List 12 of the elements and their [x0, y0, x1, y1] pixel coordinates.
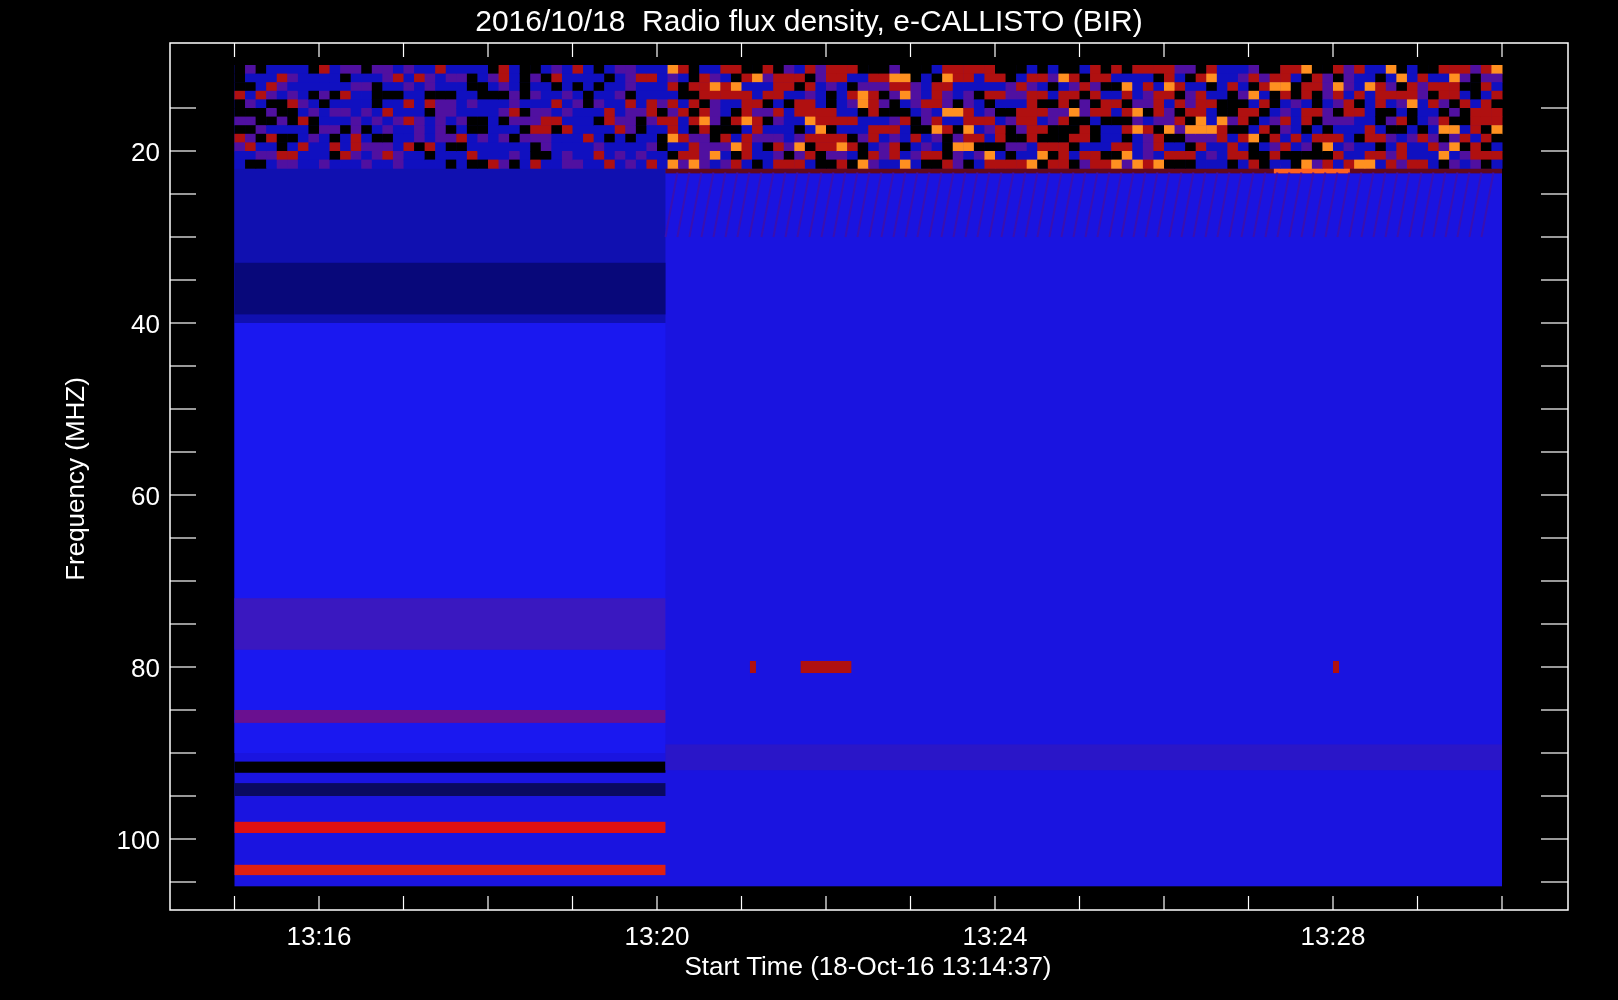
chart-title: 2016/10/18 Radio flux density, e-CALLISTO (BIR) — [475, 4, 1143, 37]
axis-label: Frequency (MHZ) — [60, 377, 90, 581]
tick-label: 40 — [131, 309, 160, 339]
tick-label: 80 — [131, 653, 160, 683]
tick-label: 60 — [131, 481, 160, 511]
tick-label: 13:20 — [624, 921, 690, 951]
tick-label: 13:28 — [1300, 921, 1366, 951]
tick-label: 20 — [131, 137, 160, 167]
tick-label: 100 — [116, 825, 160, 855]
axis-label: Start Time (18-Oct-16 13:14:37) — [684, 951, 1052, 981]
tick-label: 13:16 — [286, 921, 352, 951]
tick-label: 13:24 — [962, 921, 1028, 951]
